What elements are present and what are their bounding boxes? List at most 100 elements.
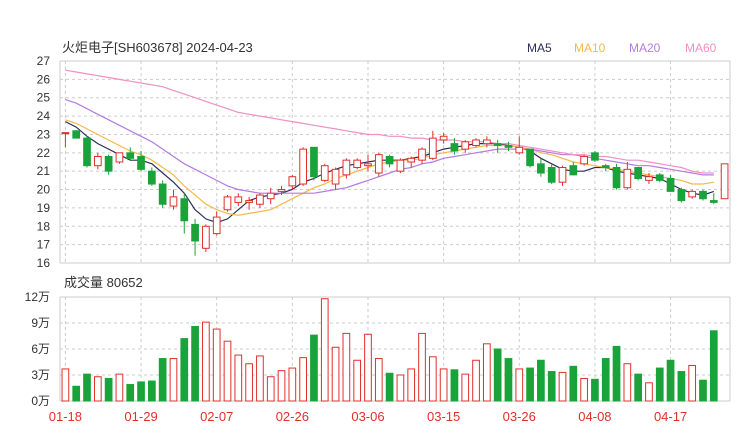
volume-bar [558, 371, 567, 402]
candle [580, 154, 588, 166]
candle-body [504, 144, 513, 148]
volume-bar [385, 372, 394, 402]
candle-body [720, 163, 729, 200]
legend-entry-ma5: MA5 [527, 41, 552, 55]
candle-body [699, 190, 707, 200]
candlesticks [61, 130, 729, 256]
volume-bar [61, 368, 70, 402]
price-tick-label: 27 [37, 54, 51, 68]
candle-body [256, 194, 264, 205]
volume-bar [148, 380, 156, 402]
volume-tick-label: 0万 [31, 394, 50, 408]
volume-bar [364, 333, 372, 402]
volume-bar [461, 373, 470, 402]
volume-bar [234, 354, 243, 402]
volume-bar [299, 357, 307, 402]
candle [709, 193, 718, 205]
candle [374, 152, 383, 177]
volume-bar [623, 363, 632, 402]
volume-bar [526, 367, 534, 402]
candle [655, 173, 664, 183]
candle [558, 165, 567, 186]
candle [396, 158, 405, 174]
candle-body [526, 148, 534, 167]
candle [634, 167, 642, 181]
candle [688, 189, 697, 199]
candle [256, 193, 264, 208]
candle-body [385, 155, 394, 165]
candle [699, 189, 707, 201]
date-tick-label: 04-17 [654, 409, 687, 424]
volume-bar [180, 338, 189, 402]
legend-entry-ma20: MA20 [629, 41, 661, 55]
legend-entry-ma60: MA60 [685, 41, 717, 55]
price-tick-label: 26 [37, 72, 51, 86]
volume-bar [256, 355, 264, 402]
volume-bar [212, 328, 221, 402]
candle [158, 180, 167, 208]
candle-body [483, 139, 491, 145]
candle [666, 174, 675, 192]
volume-bar [93, 376, 102, 402]
volume-bar [428, 356, 437, 402]
candle-body [558, 167, 567, 183]
price-tick-label: 21 [37, 164, 51, 178]
volume-bar [158, 358, 167, 402]
stock-chart: 火炬电子[SH603678] 2024-04-23 MA5 MA10 MA20 MA6… [25, 40, 731, 424]
candle [93, 152, 102, 170]
candle [601, 163, 610, 172]
candle-body [104, 155, 113, 172]
candle-body [277, 189, 286, 192]
date-tick-label: 04-08 [578, 409, 611, 424]
candle-body [310, 146, 318, 178]
candle-body [234, 196, 243, 203]
candle [299, 147, 307, 186]
volume-bar [104, 377, 113, 402]
volume-bar [483, 343, 491, 402]
volume-bar [580, 377, 588, 402]
candle-body [428, 137, 437, 159]
price-tick-label: 20 [37, 183, 51, 197]
volume-bar [396, 374, 405, 402]
volume-bar [169, 358, 178, 402]
candle [212, 211, 221, 236]
candle-body [180, 198, 189, 222]
volume-bar [83, 373, 91, 402]
candle [320, 163, 329, 183]
candle [612, 163, 621, 190]
volume-bar [612, 345, 621, 402]
price-grid [59, 60, 731, 264]
candle-body [591, 152, 599, 161]
legend: MA5 MA10 MA20 MA60 [527, 41, 717, 55]
candle-body [353, 159, 362, 169]
candle-body [493, 143, 502, 146]
candle-body [126, 152, 135, 159]
candle [266, 187, 275, 205]
candle-body [396, 159, 405, 172]
volume-tick-label: 9万 [31, 316, 50, 330]
candle [180, 193, 189, 234]
candle [310, 146, 318, 181]
volume-bar [504, 358, 513, 402]
candle [223, 195, 232, 212]
candle [353, 158, 362, 170]
candle [569, 162, 578, 176]
price-tick-label: 16 [37, 256, 51, 270]
candle [547, 163, 556, 185]
candle-body [580, 155, 588, 165]
price-tick-label: 23 [37, 127, 51, 141]
volume-bar [418, 332, 426, 402]
volume-bar [266, 376, 275, 402]
legend-entry-ma10: MA10 [574, 41, 606, 55]
candle-body [320, 165, 329, 181]
candle-body [439, 135, 448, 141]
price-tick-label: 22 [37, 146, 51, 160]
price-tick-label: 17 [37, 238, 51, 252]
candle-body [450, 143, 459, 152]
volume-tick-label: 3万 [31, 368, 50, 382]
candle-body [83, 137, 91, 167]
candle-body [645, 176, 653, 181]
volume-bar [277, 370, 286, 402]
candle-body [72, 130, 81, 139]
candle-body [623, 168, 632, 189]
